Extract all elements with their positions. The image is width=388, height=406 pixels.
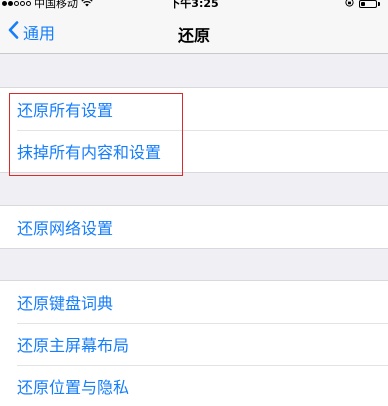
reset-home-screen-layout-button[interactable]: 还原主屏幕布局 [0,323,388,365]
cell-label: 还原位置与隐私 [17,378,130,397]
page-title: 还原 [177,26,211,45]
back-button-label: 通用 [23,24,56,43]
orientation-lock-icon [345,0,354,10]
navigation-bar: 通用 还原 [0,12,388,54]
status-right [345,0,380,10]
cell-label: 还原键盘词典 [17,294,114,313]
battery-level-fill [361,1,365,6]
reset-group-primary: 还原所有设置 抹掉所有内容和设置 [0,87,388,173]
battery-icon [359,0,377,8]
cell-label: 还原网络设置 [17,219,114,238]
signal-strength-icon [2,0,31,6]
reset-location-privacy-button[interactable]: 还原位置与隐私 [0,365,388,406]
status-bar: 中国移动 下午3:25 [0,0,388,12]
cell-label: 还原所有设置 [17,101,114,120]
reset-screen: 中国移动 下午3:25 通用 还原 还原所有设置 抹掉所有内容和设置 还原网络设… [0,0,388,406]
reset-network-settings-button[interactable]: 还原网络设置 [0,206,388,248]
chevron-left-icon [8,21,19,43]
status-time: 下午3:25 [169,0,219,10]
battery-cap [378,1,380,6]
cell-label: 抹掉所有内容和设置 [17,143,162,162]
reset-keyboard-dictionary-button[interactable]: 还原键盘词典 [0,281,388,323]
cell-label: 还原主屏幕布局 [17,336,130,355]
status-left: 中国移动 [2,0,93,11]
reset-all-settings-button[interactable]: 还原所有设置 [0,88,388,130]
reset-group-network: 还原网络设置 [0,205,388,249]
reset-group-other: 还原键盘词典 还原主屏幕布局 还原位置与隐私 [0,280,388,406]
wifi-icon [81,0,93,10]
erase-all-content-button[interactable]: 抹掉所有内容和设置 [0,130,388,172]
carrier-label: 中国移动 [34,0,78,10]
back-button[interactable]: 通用 [8,20,55,44]
